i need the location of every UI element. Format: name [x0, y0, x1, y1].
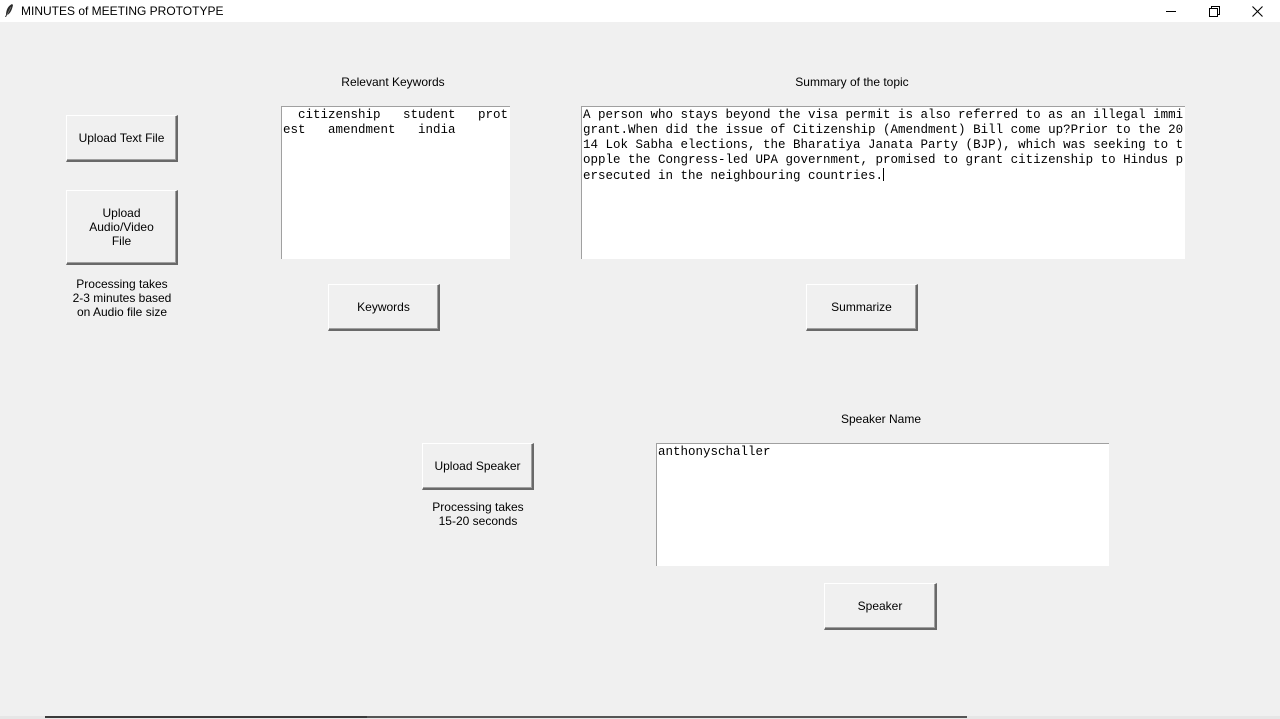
close-icon: [1251, 5, 1263, 17]
upload-speaker-label: Upload Speaker: [434, 459, 521, 473]
speaker-note-line2: 15-20 seconds: [438, 514, 518, 528]
minimize-icon: [1166, 11, 1176, 12]
feather-icon: [5, 4, 13, 17]
upload-text-file-label: Upload Text File: [78, 131, 165, 145]
upload-text-file-button[interactable]: Upload Text File: [66, 115, 178, 162]
bottom-edge-segment: [45, 716, 367, 718]
keywords-heading: Relevant Keywords: [341, 75, 445, 89]
text-caret: [883, 168, 885, 181]
speaker-processing-note: Processing takes 15-20 seconds: [418, 500, 538, 528]
restore-button[interactable]: [1192, 0, 1236, 22]
audio-note-line2: 2-3 minutes based: [72, 291, 172, 305]
summarize-button[interactable]: Summarize: [806, 284, 918, 331]
summarize-button-label: Summarize: [831, 300, 892, 314]
keywords-button-label: Keywords: [357, 300, 410, 314]
title-bar: MINUTES of MEETING PROTOTYPE: [0, 0, 1280, 22]
upload-audio-video-button[interactable]: Upload Audio/Video File: [66, 190, 178, 265]
restore-icon: [1208, 5, 1220, 17]
keywords-textbox[interactable]: citizenship student protest amendment in…: [281, 106, 510, 259]
bottom-edge-segment: [367, 716, 967, 718]
window-title: MINUTES of MEETING PROTOTYPE: [21, 4, 224, 18]
audio-note-line3: on Audio file size: [76, 305, 168, 319]
minimize-button[interactable]: [1149, 0, 1193, 22]
close-button[interactable]: [1235, 0, 1279, 22]
speaker-name-textbox[interactable]: anthonyschaller: [656, 443, 1109, 566]
summary-heading: Summary of the topic: [795, 75, 909, 89]
upload-audio-label-line1: Upload Audio/Video: [89, 206, 154, 234]
speaker-button[interactable]: Speaker: [824, 583, 937, 630]
audio-note-line1: Processing takes: [76, 277, 168, 291]
keywords-button[interactable]: Keywords: [328, 284, 440, 331]
upload-audio-label-line2: File: [111, 234, 132, 248]
app-window: MINUTES of MEETING PROTOTYPE Upload Text…: [0, 0, 1280, 719]
upload-speaker-button[interactable]: Upload Speaker: [422, 443, 534, 490]
audio-processing-note: Processing takes 2-3 minutes based on Au…: [62, 277, 182, 319]
speaker-name-heading: Speaker Name: [840, 412, 922, 426]
speaker-button-label: Speaker: [857, 599, 903, 613]
summary-textbox[interactable]: A person who stays beyond the visa permi…: [581, 106, 1185, 259]
speaker-note-line1: Processing takes: [432, 500, 524, 514]
